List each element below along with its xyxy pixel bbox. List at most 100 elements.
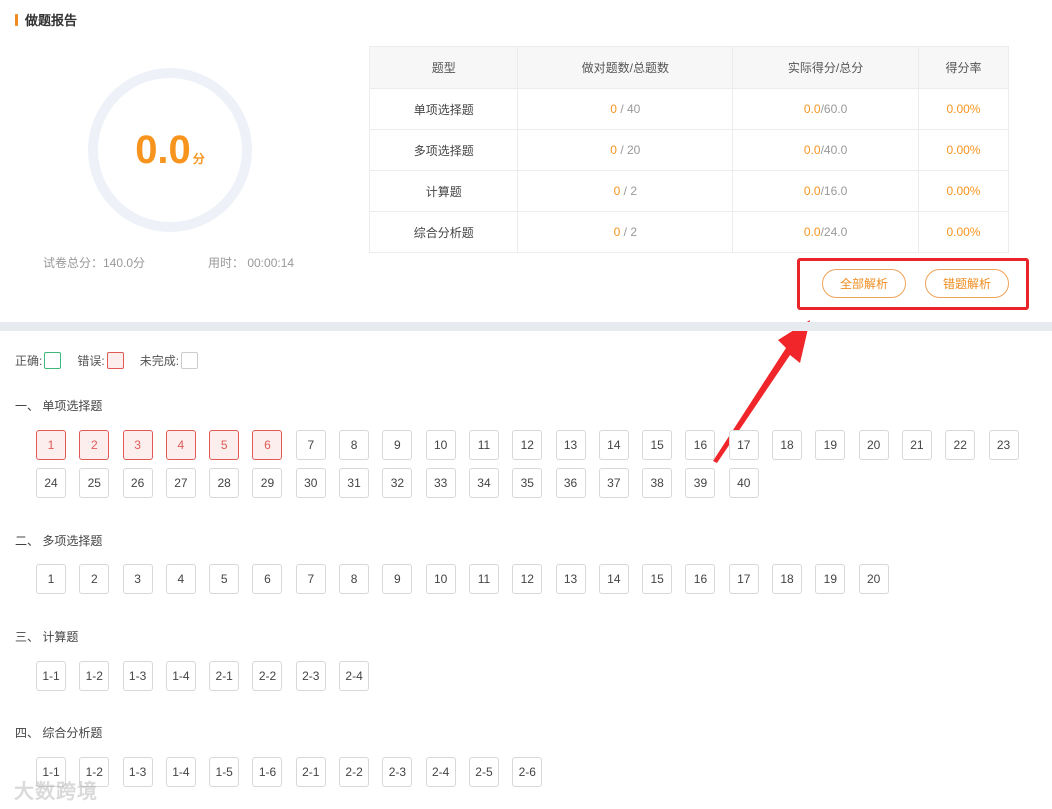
- question-button[interactable]: 6: [252, 430, 283, 460]
- question-button[interactable]: 2-2: [252, 661, 283, 691]
- question-button[interactable]: 16: [685, 564, 716, 594]
- question-button[interactable]: 24: [36, 468, 66, 498]
- question-button[interactable]: 5: [209, 430, 240, 460]
- question-button[interactable]: 2-3: [295, 661, 326, 691]
- question-button[interactable]: 19: [815, 564, 846, 594]
- question-button[interactable]: 30: [295, 468, 326, 498]
- question-button[interactable]: 32: [382, 468, 413, 498]
- legend-todo-swatch: [181, 352, 199, 369]
- row-correct-count: 0 / 2: [517, 170, 734, 212]
- question-button[interactable]: 13: [555, 430, 586, 460]
- full-score: /24.0: [820, 225, 848, 239]
- question-button[interactable]: 10: [425, 430, 456, 460]
- question-button[interactable]: 3: [122, 430, 153, 460]
- question-grid-comprehensive: 1-1 1-2 1-3 1-4 1-5 1-6 2-1 2-2 2-3 2-4 2-5 2-6: [36, 757, 1036, 795]
- question-button[interactable]: 21: [901, 430, 932, 460]
- got-score: 0.0: [803, 143, 821, 157]
- question-button[interactable]: 38: [642, 468, 673, 498]
- question-button[interactable]: 2-2: [339, 757, 370, 787]
- question-button[interactable]: 40: [728, 468, 759, 498]
- section-divider: [0, 322, 1052, 331]
- question-button[interactable]: 10: [425, 564, 456, 594]
- question-button[interactable]: 13: [555, 564, 586, 594]
- elapsed-time: 用时： 00:00:14: [208, 256, 295, 270]
- question-button[interactable]: 2: [79, 564, 110, 594]
- question-button[interactable]: 4: [165, 564, 196, 594]
- question-button[interactable]: 2-4: [339, 661, 370, 691]
- question-button[interactable]: 12: [512, 430, 543, 460]
- question-button[interactable]: 3: [122, 564, 153, 594]
- correct-value: 0: [610, 143, 617, 157]
- all-analysis-button[interactable]: 全部解析: [822, 269, 906, 298]
- question-button[interactable]: 29: [252, 468, 283, 498]
- question-button[interactable]: 2-1: [209, 661, 240, 691]
- question-button[interactable]: 1-2: [79, 661, 110, 691]
- question-button[interactable]: 34: [468, 468, 499, 498]
- question-button[interactable]: 2-6: [512, 757, 543, 787]
- question-button[interactable]: 6: [252, 564, 283, 594]
- question-button[interactable]: 27: [165, 468, 196, 498]
- question-button[interactable]: 1-4: [165, 661, 196, 691]
- question-button[interactable]: 39: [685, 468, 716, 498]
- question-button[interactable]: 2: [79, 430, 110, 460]
- question-button[interactable]: 18: [772, 430, 803, 460]
- question-button[interactable]: 26: [122, 468, 153, 498]
- question-button[interactable]: 17: [728, 564, 759, 594]
- question-button[interactable]: 12: [512, 564, 543, 594]
- question-button[interactable]: 2-5: [468, 757, 499, 787]
- legend-wrong: 错误:: [77, 352, 124, 369]
- question-button[interactable]: 1: [36, 430, 66, 460]
- report-title-text: 做题报告: [25, 13, 78, 28]
- question-button[interactable]: 2-3: [382, 757, 413, 787]
- question-button[interactable]: 5: [209, 564, 240, 594]
- question-button[interactable]: 15: [642, 564, 673, 594]
- question-button[interactable]: 2-1: [295, 757, 326, 787]
- question-button[interactable]: 28: [209, 468, 240, 498]
- question-button[interactable]: 7: [295, 430, 326, 460]
- question-button[interactable]: 11: [468, 430, 499, 460]
- question-button[interactable]: 1-6: [252, 757, 283, 787]
- question-button[interactable]: 1-5: [209, 757, 240, 787]
- question-button[interactable]: 9: [382, 430, 413, 460]
- question-button[interactable]: 25: [79, 468, 110, 498]
- question-button[interactable]: 23: [988, 430, 1019, 460]
- legend-wrong-label: 错误:: [77, 354, 105, 368]
- question-button[interactable]: 1-1: [36, 661, 66, 691]
- question-button[interactable]: 14: [598, 564, 629, 594]
- question-button[interactable]: 8: [339, 430, 370, 460]
- question-button[interactable]: 2-4: [425, 757, 456, 787]
- question-button[interactable]: 1-3: [122, 757, 153, 787]
- question-button[interactable]: 9: [382, 564, 413, 594]
- question-button[interactable]: 1-4: [165, 757, 196, 787]
- question-button[interactable]: 14: [598, 430, 629, 460]
- question-button[interactable]: 16: [685, 430, 716, 460]
- question-button[interactable]: 19: [815, 430, 846, 460]
- exam-total-score: 试卷总分：140.0分: [43, 256, 146, 270]
- question-button[interactable]: 20: [858, 564, 889, 594]
- question-button[interactable]: 4: [165, 430, 196, 460]
- row-score: 0.0/24.0: [732, 211, 919, 253]
- question-button[interactable]: 18: [772, 564, 803, 594]
- question-button[interactable]: 37: [598, 468, 629, 498]
- question-button[interactable]: 17: [728, 430, 759, 460]
- question-button[interactable]: 20: [858, 430, 889, 460]
- question-button[interactable]: 36: [555, 468, 586, 498]
- question-button[interactable]: 31: [339, 468, 370, 498]
- question-button[interactable]: 35: [512, 468, 543, 498]
- question-button[interactable]: 1: [36, 564, 66, 594]
- row-rate: 0.00%: [917, 211, 1010, 253]
- question-button[interactable]: 33: [425, 468, 456, 498]
- question-button[interactable]: 8: [339, 564, 370, 594]
- score-ring: 0.0 分: [88, 68, 252, 232]
- question-button[interactable]: 15: [642, 430, 673, 460]
- question-button[interactable]: 1-3: [122, 661, 153, 691]
- summary-row: 计算题 0 / 2 0.0/16.0 0.00%: [368, 170, 1010, 212]
- question-button[interactable]: 22: [945, 430, 976, 460]
- row-correct-count: 0 / 20: [517, 129, 734, 171]
- row-rate: 0.00%: [917, 129, 1010, 171]
- question-button[interactable]: 7: [295, 564, 326, 594]
- rate-value: 0.00%: [946, 102, 981, 116]
- row-rate: 0.00%: [917, 88, 1010, 130]
- question-button[interactable]: 11: [468, 564, 499, 594]
- wrong-analysis-button[interactable]: 错题解析: [925, 269, 1009, 298]
